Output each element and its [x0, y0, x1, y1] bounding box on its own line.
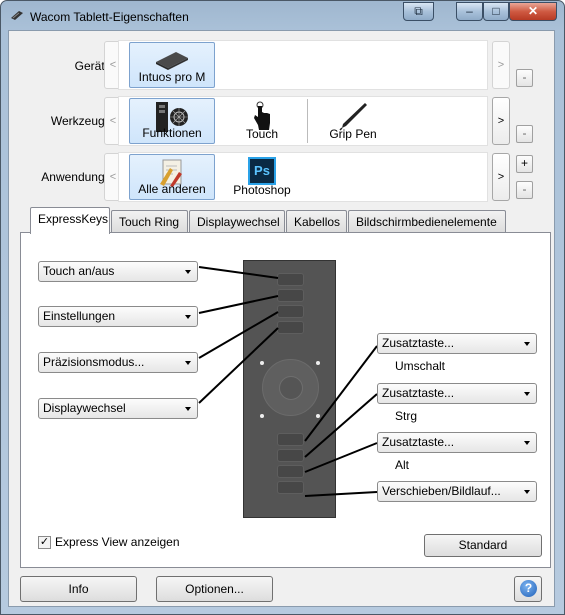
expresskey-1 [277, 273, 304, 286]
expresskey-1-combo[interactable]: Touch an/aus [38, 261, 198, 282]
title-bar[interactable]: Wacom Tablett-Eigenschaften ⧉ – □ ✕ [1, 1, 564, 31]
express-view-checkbox[interactable]: ✓ [38, 536, 51, 549]
tab-displaywechsel[interactable]: Displaywechsel [189, 210, 285, 233]
tool-tile-funktionen[interactable]: Funktionen [129, 98, 215, 144]
maximize-button[interactable]: □ [483, 2, 509, 21]
ring-led [316, 414, 320, 418]
expresskey-3-combo[interactable]: Präzisionsmodus... [38, 352, 198, 373]
expresskey-4-combo[interactable]: Displaywechsel [38, 398, 198, 419]
application-strip: Alle anderen Ps Photoshop [118, 152, 488, 202]
minimize-button[interactable]: – [456, 2, 483, 21]
device-remove-button[interactable]: - [516, 69, 533, 87]
options-button[interactable]: Optionen... [156, 576, 273, 602]
expresskey-8-combo[interactable]: Verschieben/Bildlauf... [377, 481, 537, 502]
expresskey-7-modifier-label: Alt [395, 458, 410, 472]
device-strip: Intuos pro M [118, 40, 488, 90]
wacom-app-icon [11, 11, 23, 20]
device-label: Gerät: [74, 59, 108, 73]
tool-tile-label: Touch [245, 127, 279, 141]
device-scroll-right[interactable]: > [492, 41, 510, 89]
application-remove-button[interactable]: - [516, 181, 533, 199]
help-icon: ? [520, 580, 537, 597]
tab-expresskeys[interactable]: ExpressKeys [30, 207, 110, 234]
tool-tile-grip-pen[interactable]: Grip Pen [310, 98, 396, 144]
device-tile-label: Intuos pro M [138, 70, 206, 84]
application-label: Anwendung: [41, 170, 108, 184]
expresskey-5-modifier-label: Umschalt [395, 359, 446, 373]
ring-led [316, 361, 320, 365]
application-add-button[interactable]: + [516, 155, 533, 173]
expresskey-5-combo[interactable]: Zusatztaste... [377, 333, 537, 354]
application-tile-photoshop[interactable]: Ps Photoshop [219, 154, 305, 200]
tab-bildschirmbedienelemente[interactable]: Bildschirmbedienelemente [348, 210, 506, 233]
expresskey-7-combo[interactable]: Zusatztaste... [377, 432, 537, 453]
tool-strip: Funktionen Touch Grip Pen [118, 96, 488, 146]
expresskey-5 [277, 433, 304, 446]
expresskey-7 [277, 465, 304, 478]
tool-separator [307, 99, 308, 143]
application-tile-label: Alle anderen [138, 182, 206, 196]
tablet-icon [156, 52, 188, 70]
help-button[interactable]: ? [514, 576, 542, 602]
device-tile-intuos[interactable]: Intuos pro M [129, 42, 215, 88]
window-title: Wacom Tablett-Eigenschaften [30, 10, 189, 24]
photoshop-icon: Ps [248, 157, 276, 185]
touch-ring-center-button [279, 376, 303, 400]
ring-led [260, 414, 264, 418]
tool-tile-touch[interactable]: Touch [219, 98, 305, 144]
tool-remove-button[interactable]: - [516, 125, 533, 143]
tablet-expresskeys-illustration [243, 260, 336, 518]
express-view-label: Express View anzeigen [55, 535, 180, 549]
tab-touch-ring[interactable]: Touch Ring [111, 210, 188, 233]
expresskey-4 [277, 321, 304, 334]
application-scroll-right[interactable]: > [492, 153, 510, 201]
expresskey-2 [277, 289, 304, 302]
application-tile-label: Photoshop [233, 183, 291, 197]
tool-scroll-right[interactable]: > [492, 97, 510, 145]
expresskey-6 [277, 449, 304, 462]
expresskey-6-combo[interactable]: Zusatztaste... [377, 383, 537, 404]
info-button[interactable]: Info [20, 576, 137, 602]
restore-button[interactable]: ⧉ [403, 2, 434, 21]
tab-kabellos[interactable]: Kabellos [286, 210, 347, 233]
standard-button[interactable]: Standard [424, 534, 542, 557]
application-tile-alle-anderen[interactable]: Alle anderen [129, 154, 215, 200]
expresskey-8 [277, 481, 304, 494]
tool-tile-label: Grip Pen [329, 127, 377, 141]
touch-ring [262, 359, 319, 416]
tool-label: Werkzeug: [50, 114, 108, 128]
expresskey-2-combo[interactable]: Einstellungen [38, 306, 198, 327]
tool-tile-label: Funktionen [142, 126, 202, 140]
ring-led [260, 361, 264, 365]
close-button[interactable]: ✕ [509, 2, 557, 21]
expresskey-6-modifier-label: Strg [395, 409, 418, 423]
expresskey-3 [277, 305, 304, 318]
